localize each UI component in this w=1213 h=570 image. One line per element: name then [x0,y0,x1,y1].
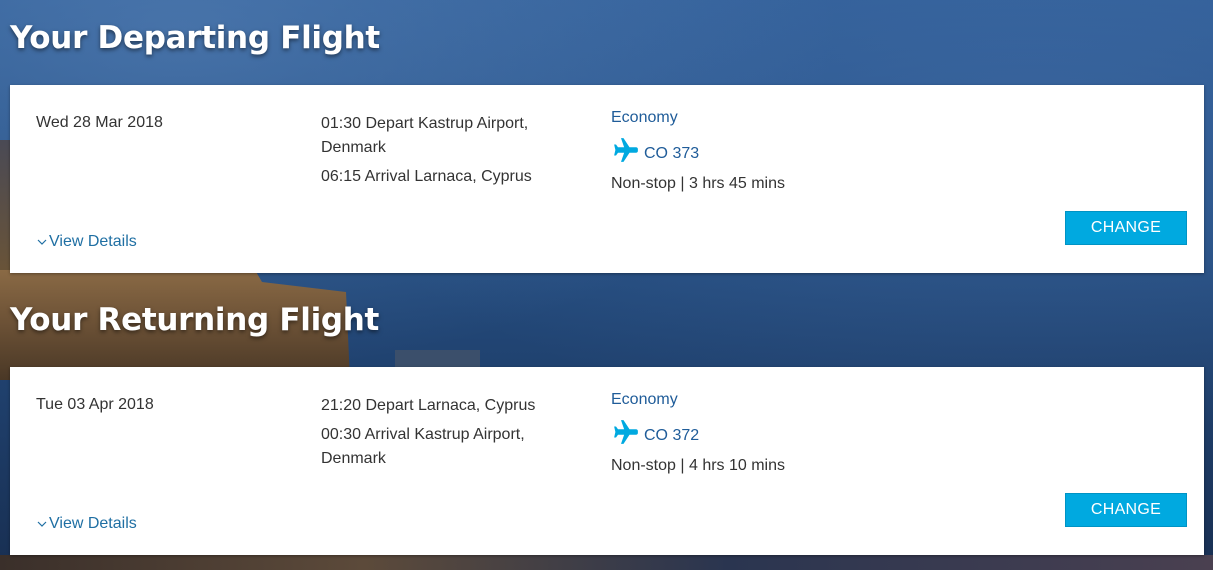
returning-cabin-class: Economy [611,391,678,408]
returning-flight-number: CO 372 [644,427,700,444]
returning-change-button[interactable]: CHANGE [1065,493,1187,527]
returning-route: 21:20 Depart Larnaca, Cyprus 00:30 Arriv… [321,394,586,471]
departing-route: 01:30 Depart Kastrup Airport, Denmark 06… [321,112,586,189]
chevron-down-icon [36,517,48,529]
plane-icon [611,417,641,447]
departing-arrival-info: 06:15 Arrival Larnaca, Cyprus [321,168,532,185]
departing-flight-number-row: CO 373 [611,135,699,165]
chevron-down-icon [36,235,48,247]
departing-depart-line: 01:30 Depart Kastrup Airport, [321,115,529,132]
departing-change-button[interactable]: CHANGE [1065,211,1187,245]
departing-depart-info: 01:30 Depart Kastrup Airport, Denmark [321,112,586,160]
departing-flight-number: CO 373 [644,145,700,162]
returning-arrival-line-2: Denmark [321,450,386,467]
returning-flight-title: Your Returning Flight [10,302,380,338]
departing-cabin-class: Economy [611,109,678,126]
background-city-lights [0,555,1213,570]
returning-arrival-info: 00:30 Arrival Kastrup Airport, Denmark [321,423,586,471]
background-tower [0,140,10,280]
returning-flight-number-row: CO 372 [611,417,699,447]
departing-view-details-link[interactable]: View Details [36,233,137,251]
returning-arrival-line: 00:30 Arrival Kastrup Airport, [321,426,525,443]
departing-depart-line-2: Denmark [321,139,386,156]
departing-view-details-label: View Details [49,233,137,250]
returning-view-details-link[interactable]: View Details [36,515,137,533]
flight-summary-page: Your Departing Flight Wed 28 Mar 2018 01… [0,0,1213,570]
departing-date: Wed 28 Mar 2018 [36,114,163,131]
returning-duration: Non-stop | 4 hrs 10 mins [611,457,786,474]
returning-flight-card: Tue 03 Apr 2018 21:20 Depart Larnaca, Cy… [10,367,1204,555]
returning-view-details-label: View Details [49,515,137,532]
returning-depart-info: 21:20 Depart Larnaca, Cyprus [321,397,536,414]
departing-flight-card: Wed 28 Mar 2018 01:30 Depart Kastrup Air… [10,85,1204,273]
returning-date: Tue 03 Apr 2018 [36,396,154,413]
departing-duration: Non-stop | 3 hrs 45 mins [611,175,786,192]
plane-icon [611,135,641,165]
departing-flight-title: Your Departing Flight [10,20,380,56]
